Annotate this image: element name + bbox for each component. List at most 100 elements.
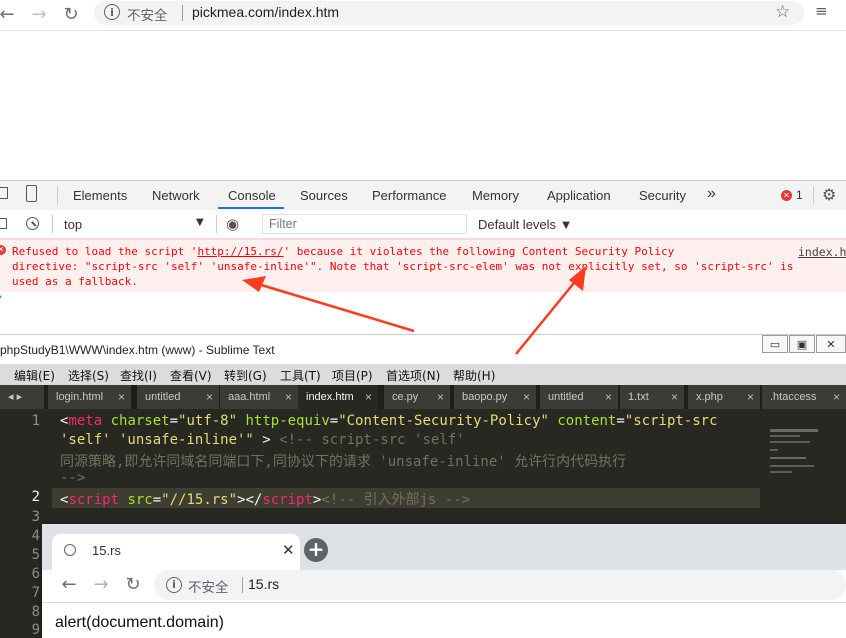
close-tab-icon[interactable]: × (671, 385, 678, 409)
code-token: meta (68, 413, 103, 429)
info-icon[interactable]: i (166, 577, 182, 593)
popup-url-text[interactable]: 15.rs (248, 576, 279, 592)
active-tab-indicator (218, 207, 284, 209)
code-token: = (329, 413, 339, 429)
back-arrow-icon[interactable]: ← (58, 574, 80, 596)
log-levels-dropdown[interactable]: Default levels ▼ (478, 217, 573, 232)
divider (57, 186, 58, 204)
error-line-3: used as a fallback. (12, 275, 138, 288)
close-tab-icon[interactable]: × (605, 385, 612, 409)
eye-icon[interactable]: ◉ (226, 215, 239, 233)
menu-preferences[interactable]: 首选项(N) (386, 367, 440, 384)
close-tab-icon[interactable]: × (747, 385, 754, 409)
new-tab-button[interactable]: + (304, 538, 328, 562)
popup-address-bar[interactable]: i 不安全 15.rs (154, 570, 846, 600)
editor-tab[interactable]: 1.txt × (620, 385, 684, 409)
back-arrow-icon[interactable]: ← (0, 4, 18, 26)
close-tab-icon[interactable]: × (365, 385, 372, 409)
popup-tab[interactable]: 15.rs ✕ (52, 534, 300, 570)
media-queue-icon[interactable]: ≡ (815, 2, 828, 20)
tab-security[interactable]: Security (639, 188, 686, 203)
code-comment: <!-- 引入外部js --> (321, 492, 471, 508)
console-error-message: ✕ Refused to load the script 'http://15.… (0, 239, 846, 293)
close-tab-icon[interactable]: × (118, 385, 125, 409)
close-tab-icon[interactable]: × (206, 385, 213, 409)
forward-arrow-icon[interactable]: → (28, 4, 50, 26)
error-count-icon[interactable]: ✕ (781, 190, 792, 201)
code-line-1b: 'self' 'unsafe-inline'" > <!-- script-sr… (60, 432, 465, 448)
minimize-button[interactable]: ▭ (762, 335, 788, 353)
close-tab-icon[interactable]: × (437, 385, 444, 409)
editor-tab[interactable]: .htaccess × (762, 385, 846, 409)
editor-tab-label: login.html (56, 391, 104, 403)
url-text[interactable]: pickmea.com/index.htm (192, 4, 339, 20)
sidebar-toggle-icon[interactable] (0, 218, 7, 229)
bookmark-star-icon[interactable]: ☆ (775, 2, 790, 22)
editor-tab[interactable]: aaa.html × (220, 385, 298, 409)
reload-icon[interactable]: ↻ (122, 574, 144, 596)
maximize-button[interactable]: ▣ (789, 335, 815, 353)
code-line-1c: 同源策略,即允许同域名同端口下,同协议下的请求 'unsafe-inline' … (60, 454, 627, 470)
editor-tab-label: aaa.html (228, 391, 271, 403)
editor-tab[interactable]: untitled × (137, 385, 219, 409)
editor-tab-label: .htaccess (770, 391, 817, 403)
error-count[interactable]: 1 (796, 188, 803, 202)
editor-tab-active[interactable]: index.htm × (298, 385, 378, 409)
menu-find[interactable]: 查找(I) (120, 367, 157, 384)
tab-elements[interactable]: Elements (73, 188, 127, 203)
editor-tab[interactable]: untitled × (540, 385, 618, 409)
menu-edit[interactable]: 编辑(E) (14, 367, 55, 384)
more-tabs-icon[interactable]: » (707, 185, 716, 203)
browser-toolbar: ← → ↻ i 不安全 pickmea.com/index.htm ☆ ≡ (0, 0, 846, 31)
line-number: 5 (31, 547, 40, 563)
code-comment: <!-- script-src 'self' (279, 432, 465, 448)
console-toolbar: top ▼ ◉ Filter Default levels ▼ (0, 210, 846, 239)
tab-console[interactable]: Console (228, 188, 276, 203)
forward-arrow-icon[interactable]: → (90, 574, 112, 596)
editor-tab[interactable]: ce.py × (384, 385, 450, 409)
inspect-element-icon[interactable] (0, 187, 8, 199)
context-selector[interactable]: top (64, 217, 82, 232)
close-tab-icon[interactable]: ✕ (282, 541, 295, 559)
close-tab-icon[interactable]: × (523, 385, 530, 409)
menu-tools[interactable]: 工具(T) (280, 367, 321, 384)
tab-network[interactable]: Network (152, 188, 200, 203)
code-line-2: <script src="//15.rs"></script><!-- 引入外部… (60, 489, 470, 509)
error-text: ' because it violates the following Cont… (283, 245, 675, 258)
editor-tab[interactable]: login.html × (48, 385, 131, 409)
context-dropdown-icon[interactable]: ▼ (196, 217, 204, 228)
code-token: script (262, 492, 313, 508)
menu-help[interactable]: 帮助(H) (453, 367, 495, 384)
menu-selection[interactable]: 选择(S) (68, 367, 109, 384)
menu-goto[interactable]: 转到(G) (224, 367, 267, 384)
error-link[interactable]: http://15.rs/ (197, 245, 283, 258)
menu-project[interactable]: 项目(P) (332, 367, 373, 384)
code-token: 'self' 'unsafe-inline'" (60, 432, 254, 448)
tab-memory[interactable]: Memory (472, 188, 519, 203)
code-token: = (169, 413, 179, 429)
editor-tab[interactable]: x.php × (688, 385, 760, 409)
error-source-link[interactable]: index.h (798, 245, 846, 259)
console-prompt[interactable]: › (0, 290, 846, 334)
menu-view[interactable]: 查看(V) (170, 367, 212, 384)
tab-sources[interactable]: Sources (300, 188, 348, 203)
tab-scroll-arrows[interactable]: ◂ ▸ (0, 385, 44, 409)
close-tab-icon[interactable]: × (833, 385, 840, 409)
line-number: 9 (31, 622, 40, 638)
divider (182, 5, 183, 21)
close-tab-icon[interactable]: × (285, 385, 292, 409)
close-button[interactable]: ✕ (816, 335, 846, 353)
reload-icon[interactable]: ↻ (60, 4, 82, 26)
tab-performance[interactable]: Performance (372, 188, 446, 203)
editor-tab[interactable]: baopo.py × (454, 385, 536, 409)
editor-tab-label: untitled (548, 391, 584, 403)
device-toolbar-icon[interactable] (26, 185, 37, 202)
code-token: script (68, 492, 120, 508)
divider (813, 186, 814, 204)
editor-tab-label: baopo.py (462, 391, 508, 403)
tab-application[interactable]: Application (547, 188, 611, 203)
filter-input[interactable]: Filter (262, 214, 467, 234)
info-icon[interactable]: i (104, 4, 120, 20)
address-bar[interactable]: i 不安全 pickmea.com/index.htm (94, 1, 804, 25)
settings-gear-icon[interactable]: ⚙ (822, 185, 836, 204)
